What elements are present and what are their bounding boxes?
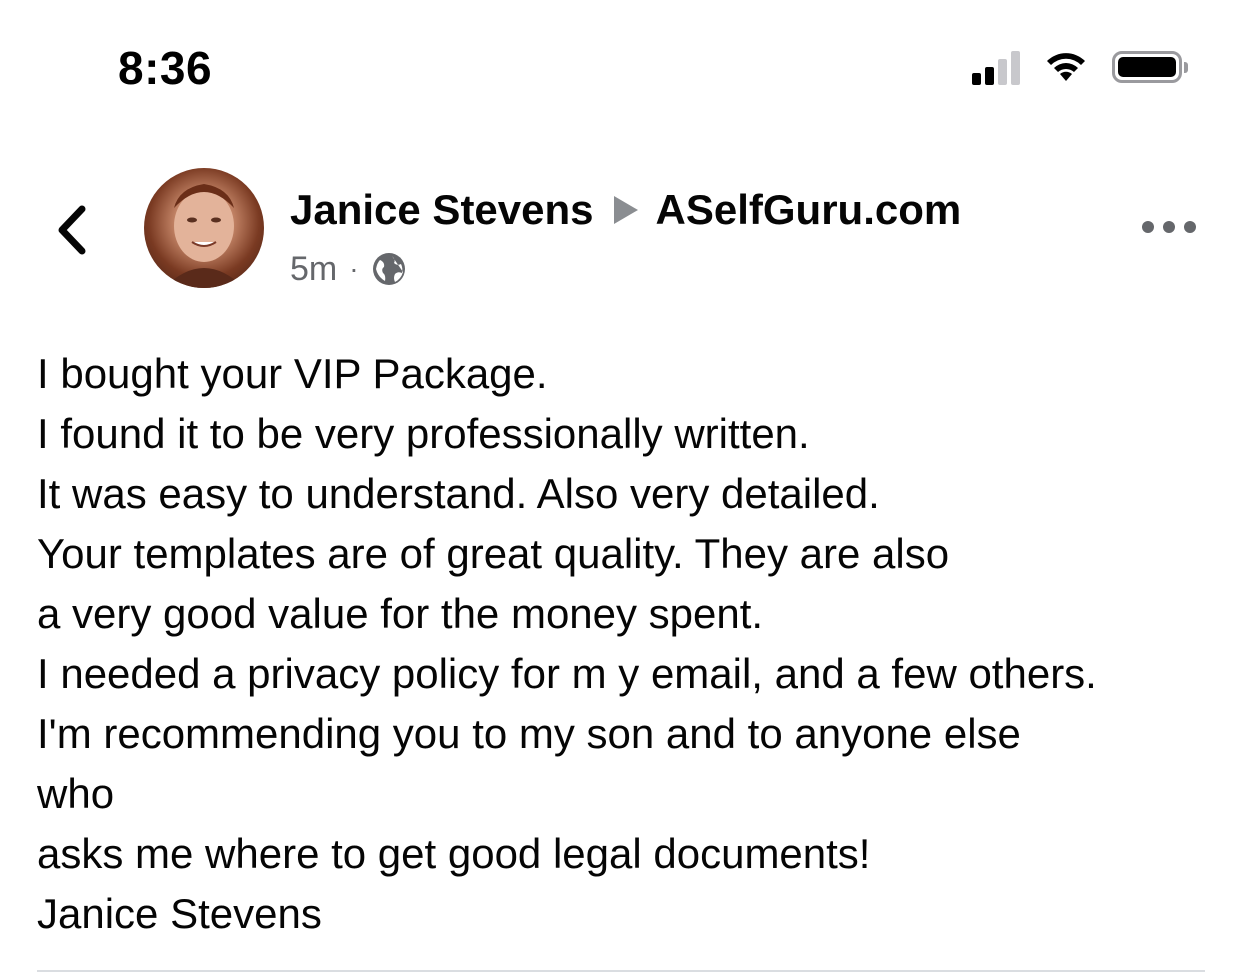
post-text-line: I'm recommending you to my son and to an… bbox=[37, 710, 1021, 757]
status-icons bbox=[972, 44, 1188, 90]
post-meta: 5m · bbox=[290, 248, 407, 290]
facebook-post-screen: 8:36 Janice Stevens ASelfGuru.com 5m · I… bbox=[0, 0, 1242, 974]
status-time: 8:36 bbox=[118, 42, 213, 94]
post-text-line: who bbox=[37, 770, 115, 817]
post-text: I bought your VIP Package. I found it to… bbox=[37, 344, 1217, 944]
post-text-line: It was easy to understand. Also very det… bbox=[37, 470, 880, 517]
posted-to-arrow-icon bbox=[613, 196, 638, 224]
battery-fill bbox=[1118, 57, 1176, 77]
more-horizontal-icon-dot bbox=[1163, 221, 1175, 233]
wifi-icon bbox=[1047, 53, 1085, 81]
post-text-line: Janice Stevens bbox=[37, 890, 322, 937]
post-timestamp[interactable]: 5m bbox=[290, 248, 337, 290]
chevron-left-icon bbox=[58, 205, 86, 255]
more-horizontal-icon-dot bbox=[1142, 221, 1154, 233]
avatar[interactable] bbox=[144, 168, 264, 288]
globe-icon bbox=[372, 253, 405, 285]
author-name[interactable]: Janice Stevens bbox=[290, 185, 594, 235]
post-text-line: I found it to be very professionally wri… bbox=[37, 410, 810, 457]
battery-icon bbox=[1112, 51, 1188, 83]
cellular-signal-icon bbox=[972, 49, 1020, 85]
author-line: Janice Stevens ASelfGuru.com bbox=[290, 185, 961, 235]
target-page-name[interactable]: ASelfGuru.com bbox=[656, 185, 962, 235]
post-text-line: I needed a privacy policy for m y email,… bbox=[37, 650, 1097, 697]
avatar-portrait bbox=[164, 184, 244, 288]
meta-separator: · bbox=[349, 253, 359, 284]
post-text-line: a very good value for the money spent. bbox=[37, 590, 764, 637]
more-horizontal-icon-dot bbox=[1184, 221, 1196, 233]
post-divider bbox=[37, 970, 1205, 972]
more-options-button[interactable] bbox=[1142, 210, 1196, 244]
post-text-line: I bought your VIP Package. bbox=[37, 350, 548, 397]
post-text-line: Your templates are of great quality. The… bbox=[37, 530, 950, 577]
back-button[interactable] bbox=[46, 200, 96, 260]
post-text-line: asks me where to get good legal document… bbox=[37, 830, 871, 877]
